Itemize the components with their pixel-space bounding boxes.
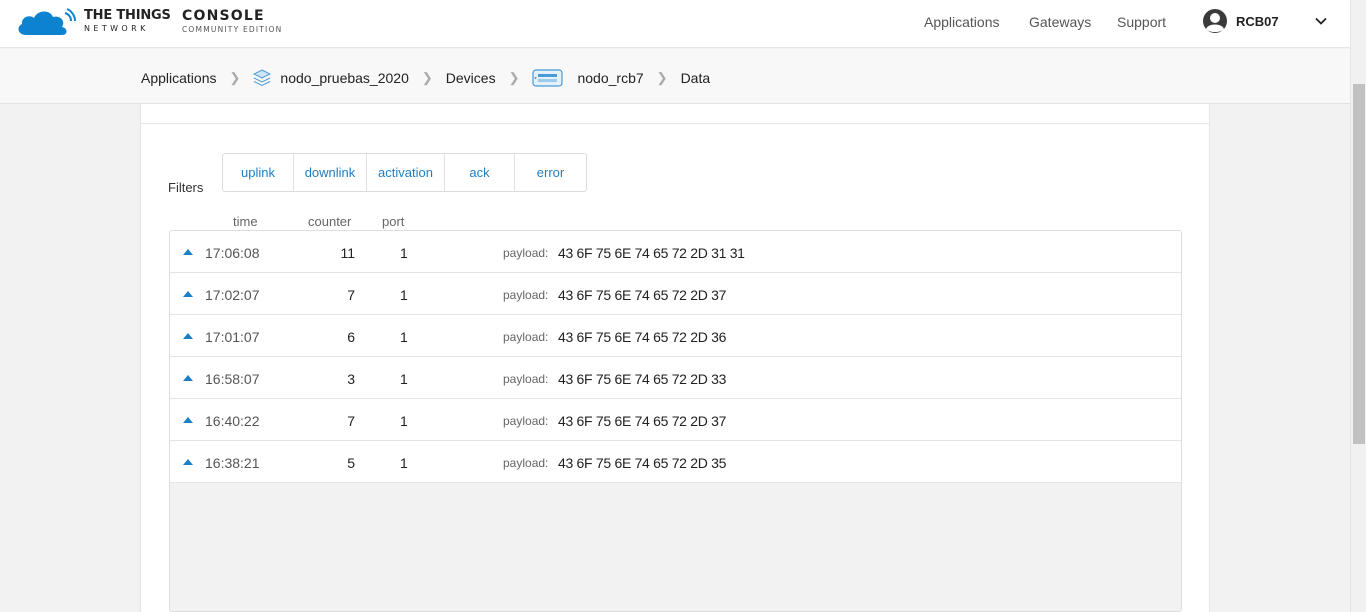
nav-applications[interactable]: Applications <box>924 14 1000 30</box>
row-counter: 11 <box>340 245 355 261</box>
username: RCB07 <box>1236 13 1279 29</box>
table-row[interactable]: 17:02:07 7 1 payload: 43 6F 75 6E 74 65 72 2… <box>170 273 1181 315</box>
table-row[interactable]: 17:06:08 11 1 payload: 43 6F 75 6E 74 65 72 … <box>170 231 1181 273</box>
row-counter: 5 <box>347 455 355 471</box>
brand-name: THE THINGS NETWORK <box>84 9 171 33</box>
filter-activation[interactable]: activation <box>367 154 445 191</box>
brand-line1: THE THINGS <box>84 8 171 23</box>
avatar-icon <box>1203 9 1227 33</box>
payload-value: 43 6F 75 6E 74 65 72 2D 33 <box>558 371 727 387</box>
row-time: 16:40:22 <box>205 413 260 429</box>
payload-label: payload: <box>503 414 549 428</box>
payload-label: payload: <box>503 246 549 260</box>
breadcrumb-device[interactable]: nodo_rcb7 <box>577 70 643 86</box>
column-header-port: port <box>382 214 405 229</box>
table-row[interactable]: 16:38:21 5 1 payload: 43 6F 75 6E 74 65 72 2… <box>170 441 1181 483</box>
row-port: 1 <box>400 413 408 429</box>
console-title: CONSOLE COMMUNITY EDITION <box>182 9 282 34</box>
payload-value: 43 6F 75 6E 74 65 72 2D 37 <box>558 413 727 429</box>
chevron-right-icon: ❯ <box>656 70 668 85</box>
chevron-right-icon: ❯ <box>229 70 241 85</box>
row-counter: 7 <box>347 413 355 429</box>
payload-label: payload: <box>503 456 549 470</box>
chevron-right-icon: ❯ <box>421 70 433 85</box>
row-time: 17:06:08 <box>205 245 260 261</box>
row-time: 16:58:07 <box>205 371 260 387</box>
edition-label: COMMUNITY EDITION <box>182 25 283 34</box>
uplink-arrow-icon <box>183 333 193 339</box>
row-port: 1 <box>400 287 408 303</box>
filter-downlink[interactable]: downlink <box>294 154 367 191</box>
filter-uplink[interactable]: uplink <box>223 154 294 191</box>
breadcrumb-devices[interactable]: Devices <box>446 70 496 86</box>
ttn-logo[interactable] <box>16 6 78 38</box>
filter-button-group: uplink downlink activation ack error <box>222 153 587 192</box>
payload-value: 43 6F 75 6E 74 65 72 2D 37 <box>558 287 727 303</box>
payload-label: payload: <box>503 288 549 302</box>
top-navbar: THE THINGS NETWORK CONSOLE COMMUNITY EDI… <box>0 0 1350 48</box>
uplink-arrow-icon <box>183 249 193 255</box>
payload-value: 43 6F 75 6E 74 65 72 2D 36 <box>558 329 727 345</box>
filters-label: Filters <box>168 180 204 195</box>
chevron-right-icon: ❯ <box>508 70 520 85</box>
row-port: 1 <box>400 371 408 387</box>
uplink-arrow-icon <box>183 375 193 381</box>
data-panel: Filters uplink downlink activation ack e… <box>140 104 1210 612</box>
uplink-arrow-icon <box>183 459 193 465</box>
payload-value: 43 6F 75 6E 74 65 72 2D 35 <box>558 455 727 471</box>
filter-error[interactable]: error <box>515 154 586 191</box>
row-time: 17:02:07 <box>205 287 260 303</box>
row-counter: 7 <box>347 287 355 303</box>
breadcrumb-applications[interactable]: Applications <box>141 70 217 86</box>
row-counter: 3 <box>347 371 355 387</box>
application-icon <box>253 69 272 87</box>
breadcrumb: Applications ❯ nodo_pruebas_2020 ❯ Devic… <box>141 68 710 88</box>
uplink-arrow-icon <box>183 417 193 423</box>
brand-line2: NETWORK <box>84 24 149 33</box>
table-row[interactable]: 17:01:07 6 1 payload: 43 6F 75 6E 74 65 72 2… <box>170 315 1181 357</box>
filter-ack[interactable]: ack <box>445 154 515 191</box>
breadcrumb-app[interactable]: nodo_pruebas_2020 <box>280 70 408 86</box>
scrollbar-thumb[interactable] <box>1353 84 1365 444</box>
payload-value: 43 6F 75 6E 74 65 72 2D 31 31 <box>558 245 745 261</box>
column-header-counter: counter <box>308 214 352 229</box>
table-row[interactable]: 16:58:07 3 1 payload: 43 6F 75 6E 74 65 72 2… <box>170 357 1181 399</box>
uplink-arrow-icon <box>183 291 193 297</box>
row-port: 1 <box>400 329 408 345</box>
nav-support[interactable]: Support <box>1117 14 1166 30</box>
nav-gateways[interactable]: Gateways <box>1029 14 1091 30</box>
messages-table: 17:06:08 11 1 payload: 43 6F 75 6E 74 65 72 … <box>169 230 1182 612</box>
row-time: 16:38:21 <box>205 455 260 471</box>
row-port: 1 <box>400 455 408 471</box>
payload-label: payload: <box>503 330 549 344</box>
table-row[interactable]: 16:40:22 7 1 payload: 43 6F 75 6E 74 65 72 2… <box>170 399 1181 441</box>
column-header-time: time <box>233 214 258 229</box>
divider <box>141 123 1209 124</box>
breadcrumb-bar: Applications ❯ nodo_pruebas_2020 ❯ Devic… <box>0 49 1350 104</box>
row-time: 17:01:07 <box>205 329 260 345</box>
device-icon <box>532 68 564 88</box>
row-port: 1 <box>400 245 408 261</box>
chevron-down-icon[interactable] <box>1315 17 1327 26</box>
row-counter: 6 <box>347 329 355 345</box>
user-menu[interactable]: RCB07 <box>1202 8 1279 34</box>
payload-label: payload: <box>503 372 549 386</box>
page-scrollbar[interactable] <box>1350 0 1366 612</box>
cloud-logo-icon <box>18 8 76 35</box>
breadcrumb-data: Data <box>680 70 711 86</box>
console-label: CONSOLE <box>182 8 265 24</box>
